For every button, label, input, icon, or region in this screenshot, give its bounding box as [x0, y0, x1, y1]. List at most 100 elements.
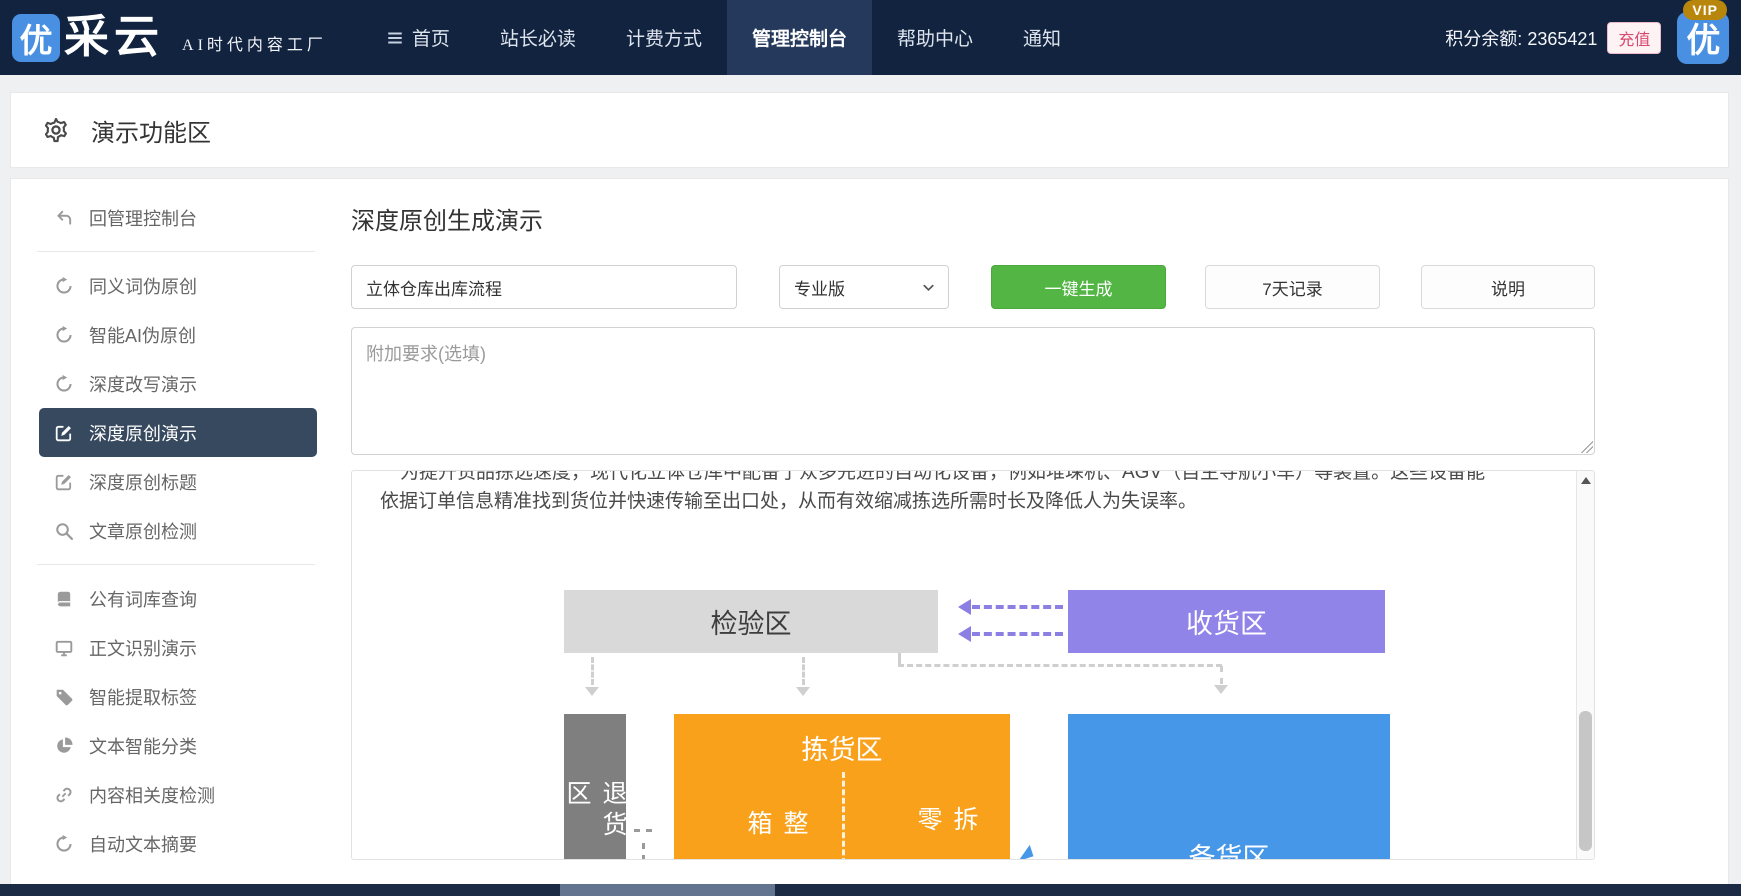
- nav-item[interactable]: 首页: [361, 0, 475, 75]
- result-text: 依据订单信息精准找到货位并快速传输至出口处，从而有效缩减拣选所需时长及降低人为失…: [380, 488, 1560, 515]
- sync-icon: [55, 277, 73, 295]
- dashed-line: [898, 664, 1222, 667]
- logo-tagline: AI时代内容工厂: [182, 31, 327, 55]
- sidebar-item[interactable]: 智能提取标签: [39, 672, 317, 721]
- sidebar-item-label: 深度原创演示: [89, 420, 197, 446]
- nav-item[interactable]: 管理控制台: [727, 0, 872, 75]
- dashed-line: [1220, 666, 1223, 684]
- dashed-line: [802, 657, 805, 685]
- credits-value: 2365421: [1527, 29, 1597, 49]
- menu-icon: [386, 29, 404, 47]
- sidebar-item[interactable]: 文章原创检测: [39, 506, 317, 555]
- sidebar-item-label: 文本智能分类: [89, 733, 197, 759]
- logo-text: 采云: [64, 15, 164, 60]
- sidebar: 回管理控制台同义词伪原创智能AI伪原创深度改写演示深度原创演示深度原创标题文章原…: [11, 179, 341, 884]
- sidebar-item[interactable]: 自动文本摘要: [39, 819, 317, 868]
- credits-label: 积分余额:: [1445, 29, 1522, 49]
- nav-item[interactable]: 通知: [998, 0, 1086, 75]
- sidebar-item[interactable]: 正文识别演示: [39, 623, 317, 672]
- edit-square-icon: [55, 424, 73, 442]
- sidebar-item[interactable]: 智能AI伪原创: [39, 310, 317, 359]
- sidebar-item-label: 内容相关度检测: [89, 782, 215, 808]
- sidebar-item[interactable]: 回管理控制台: [39, 193, 317, 242]
- arrow-up-icon: [1015, 845, 1034, 860]
- diagram-box-inspection: 检验区: [564, 590, 938, 653]
- split-case-label: 拆零: [910, 806, 982, 860]
- vip-badge: VIP: [1683, 0, 1727, 20]
- stocking-label: 备货区: [1068, 836, 1390, 860]
- logo[interactable]: 优 采云 AI时代内容工厂: [0, 14, 327, 62]
- diagram-box-returns: 退货区: [564, 714, 626, 860]
- dashed-arrow-line: [972, 632, 1063, 636]
- link-icon: [55, 786, 73, 804]
- nav-item[interactable]: 站长必读: [475, 0, 601, 75]
- sidebar-divider: [37, 564, 315, 565]
- tag-icon: [55, 688, 73, 706]
- returns-label: 退货区: [559, 780, 631, 860]
- nav-item[interactable]: 计费方式: [601, 0, 727, 75]
- sidebar-item[interactable]: 深度改写演示: [39, 359, 317, 408]
- sync-icon: [55, 326, 73, 344]
- diagram-box-receiving: 收货区: [1068, 590, 1385, 653]
- pie-icon: [55, 737, 73, 755]
- main-panel: 深度原创生成演示 专业版 一键生成 7天记录 说明 为提升货品拣选速度，现代化立…: [341, 179, 1728, 884]
- sidebar-item-label: 正文识别演示: [89, 635, 197, 661]
- sidebar-divider: [37, 251, 315, 252]
- horizontal-scrollbar-thumb[interactable]: [560, 884, 775, 896]
- sidebar-item[interactable]: 内容相关度检测: [39, 770, 317, 819]
- sidebar-item[interactable]: 深度原创标题: [39, 457, 317, 506]
- recharge-button[interactable]: 充值: [1607, 22, 1661, 54]
- sidebar-item[interactable]: 公有词库查询: [39, 574, 317, 623]
- app-root: 优 采云 AI时代内容工厂 首页站长必读计费方式管理控制台帮助中心通知 积分余额…: [0, 0, 1741, 896]
- nav-menu: 首页站长必读计费方式管理控制台帮助中心通知: [361, 0, 1086, 75]
- triangle-up-icon: [1581, 477, 1591, 484]
- diagram-box-stocking: 备货区: [1068, 714, 1390, 860]
- requirements-textarea[interactable]: [351, 327, 1595, 455]
- edit-square-icon: [55, 473, 73, 491]
- search-icon: [55, 522, 73, 540]
- account-area: 积分余额: 2365421 充值 优 VIP: [1445, 12, 1741, 64]
- diagram-box-picking: 拣货区 整箱 拆零: [674, 714, 1010, 860]
- result-panel: 为提升货品拣选速度，现代化立体仓库中配备了众多先进的自动化设备，例如堆垛机、AG…: [351, 470, 1595, 860]
- nav-item-label: 站长必读: [500, 24, 576, 51]
- chevron-down-icon: [921, 280, 936, 295]
- monitor-icon: [55, 639, 73, 657]
- sidebar-item-label: 文章原创检测: [89, 518, 197, 544]
- keyword-input[interactable]: [351, 265, 737, 309]
- nav-item[interactable]: 帮助中心: [872, 0, 998, 75]
- top-navigation: 优 采云 AI时代内容工厂 首页站长必读计费方式管理控制台帮助中心通知 积分余额…: [0, 0, 1741, 75]
- sidebar-item-label: 自动文本摘要: [89, 831, 197, 857]
- picking-label: 拣货区: [674, 728, 1010, 767]
- sidebar-item[interactable]: 深度原创演示: [39, 408, 317, 457]
- sidebar-item[interactable]: 同义词伪原创: [39, 261, 317, 310]
- help-button[interactable]: 说明: [1421, 265, 1595, 309]
- arrow-left-icon: [958, 626, 971, 642]
- arrow-down-icon: [1214, 685, 1228, 694]
- sidebar-item-label: 智能提取标签: [89, 684, 197, 710]
- sidebar-item-label: 深度改写演示: [89, 371, 197, 397]
- sidebar-item-label: 回管理控制台: [89, 205, 197, 231]
- sync-icon: [55, 835, 73, 853]
- generate-button[interactable]: 一键生成: [991, 265, 1166, 309]
- gear-icon: [43, 117, 69, 143]
- dashed-line: [642, 843, 645, 860]
- result-scrollbar[interactable]: [1576, 471, 1594, 859]
- horizontal-scrollbar[interactable]: [0, 884, 1741, 896]
- page-title-bar: 演示功能区: [10, 92, 1729, 168]
- logo-icon: 优: [12, 14, 60, 62]
- requirements-wrap: [351, 327, 1595, 455]
- scrollbar-thumb[interactable]: [1579, 711, 1592, 851]
- nav-item-label: 帮助中心: [897, 24, 973, 51]
- content-card: 回管理控制台同义词伪原创智能AI伪原创深度改写演示深度原创演示深度原创标题文章原…: [10, 178, 1729, 884]
- sidebar-item-label: 智能AI伪原创: [89, 322, 196, 348]
- history-button[interactable]: 7天记录: [1205, 265, 1380, 309]
- scroll-up-button[interactable]: [1577, 471, 1594, 489]
- sidebar-item-label: 公有词库查询: [89, 586, 197, 612]
- arrow-down-icon: [585, 687, 599, 696]
- version-select[interactable]: 专业版: [779, 265, 949, 309]
- credits-balance: 积分余额: 2365421: [1445, 25, 1597, 51]
- book-icon: [55, 590, 73, 608]
- dashed-line: [591, 657, 594, 685]
- sidebar-item[interactable]: 文本智能分类: [39, 721, 317, 770]
- sidebar-item-label: 同义词伪原创: [89, 273, 197, 299]
